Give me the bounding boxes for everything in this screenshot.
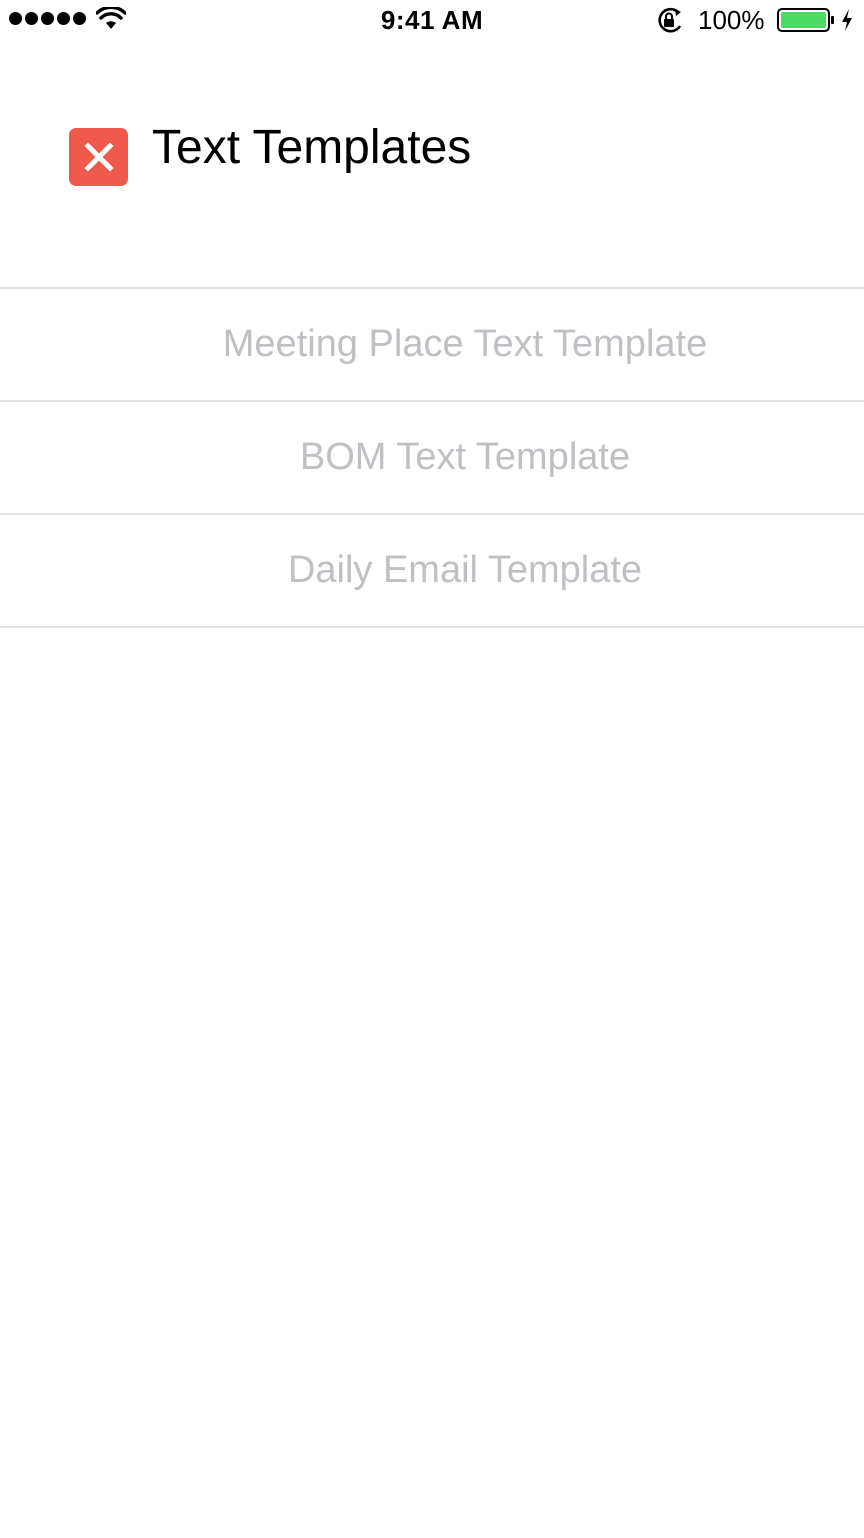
- page-title: Text Templates: [152, 121, 472, 174]
- template-item-daily-email[interactable]: Daily Email Template: [0, 515, 864, 628]
- header: Text Templates: [0, 40, 864, 288]
- close-button[interactable]: [69, 128, 128, 186]
- battery-icon: [777, 8, 834, 32]
- charging-icon: [842, 9, 852, 31]
- battery-percent: 100%: [698, 5, 765, 35]
- template-item-bom[interactable]: BOM Text Template: [0, 402, 864, 515]
- template-item-label: Meeting Place Text Template: [222, 323, 708, 365]
- rotation-lock-icon: [658, 7, 682, 33]
- template-list: Meeting Place Text Template BOM Text Tem…: [0, 287, 864, 628]
- template-item-label: Daily Email Template: [287, 549, 643, 591]
- template-item-meeting-place[interactable]: Meeting Place Text Template: [0, 289, 864, 402]
- close-icon: [83, 142, 114, 172]
- template-item-label: BOM Text Template: [299, 436, 631, 478]
- status-bar: 9:41 AM 100%: [0, 0, 864, 40]
